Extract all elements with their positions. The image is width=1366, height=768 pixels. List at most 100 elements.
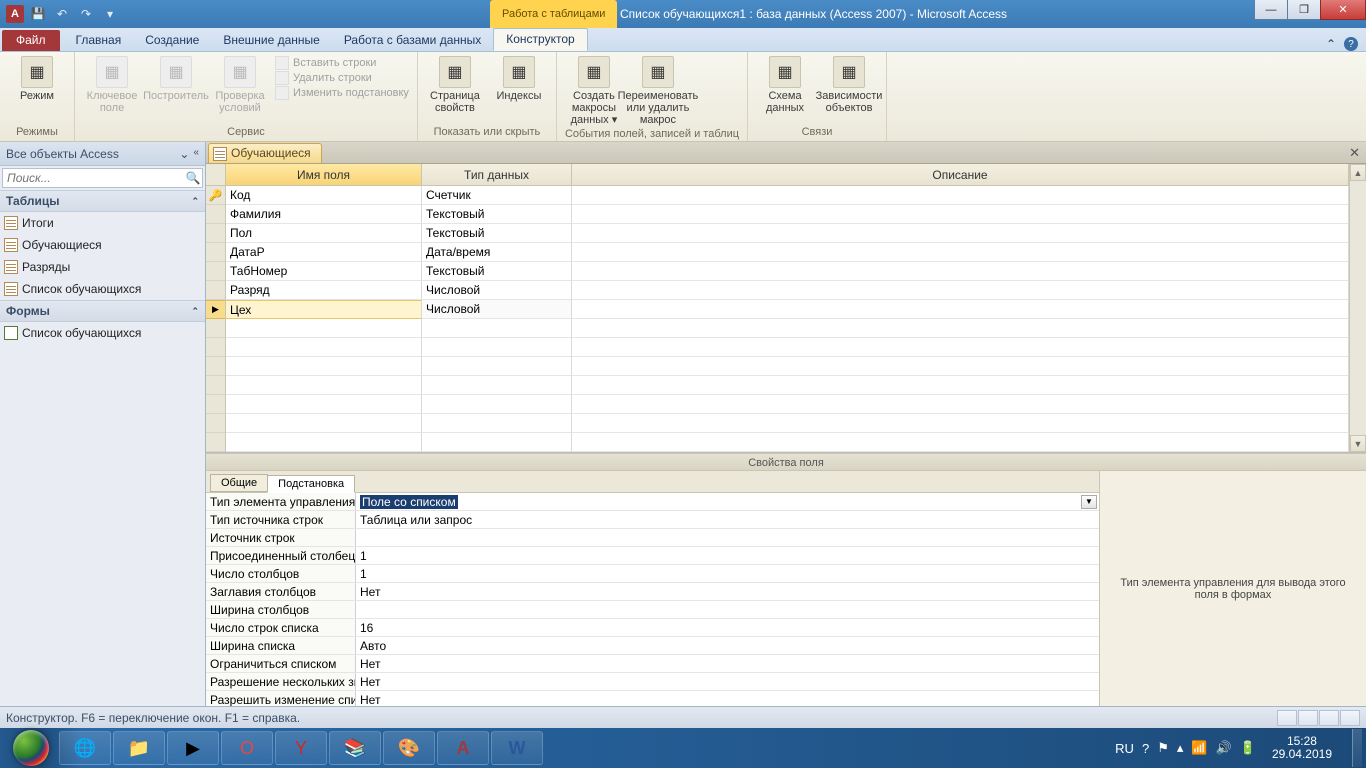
field-name-cell[interactable]: ДатаР <box>226 243 422 262</box>
property-value[interactable]: 1 <box>356 547 1099 564</box>
navpane-dropdown-icon[interactable]: ⌄« <box>179 147 199 161</box>
nav-table-item[interactable]: Список обучающихся <box>0 278 205 300</box>
help-tray-icon[interactable]: ? <box>1142 741 1149 756</box>
field-desc-cell[interactable] <box>572 243 1349 262</box>
document-close-icon[interactable]: ✕ <box>1349 145 1360 161</box>
property-row[interactable]: Ширина столбцов <box>206 601 1099 619</box>
row-selector[interactable] <box>206 281 225 300</box>
tab-externaldata[interactable]: Внешние данные <box>211 30 332 51</box>
field-type-cell[interactable]: Дата/время <box>422 243 572 262</box>
row-selector[interactable] <box>206 433 225 452</box>
nav-table-item[interactable]: Итоги <box>0 212 205 234</box>
field-desc-cell[interactable] <box>572 186 1349 205</box>
taskbar-mediaplayer[interactable]: ▶ <box>167 731 219 765</box>
row-selector[interactable]: ▶ <box>206 300 225 319</box>
header-description[interactable]: Описание <box>572 164 1349 186</box>
ribbon-button[interactable]: ▦Индексы <box>490 56 548 102</box>
ribbon-button[interactable]: ▦Зависимости объектов <box>820 56 878 114</box>
field-desc-cell[interactable] <box>572 281 1349 300</box>
ribbon-button[interactable]: ▦Схема данных <box>756 56 814 114</box>
field-row-empty[interactable] <box>226 357 1349 376</box>
field-row[interactable]: ТабНомерТекстовый <box>226 262 1349 281</box>
tab-design[interactable]: Конструктор <box>493 28 587 51</box>
property-value[interactable] <box>356 529 1099 546</box>
field-name-cell[interactable]: Пол <box>226 224 422 243</box>
row-selector[interactable] <box>206 357 225 376</box>
row-selector[interactable] <box>206 262 225 281</box>
category-tables[interactable]: Таблицы ⌃ <box>0 190 205 212</box>
property-value[interactable]: 16 <box>356 619 1099 636</box>
volume-icon[interactable]: 🔊 <box>1216 740 1232 756</box>
network-icon[interactable]: 📶 <box>1191 740 1207 756</box>
field-desc-cell[interactable] <box>572 300 1349 319</box>
field-type-cell[interactable]: Числовой <box>422 281 572 300</box>
save-icon[interactable]: 💾 <box>28 4 48 24</box>
property-row[interactable]: Число столбцов1 <box>206 565 1099 583</box>
field-name-cell[interactable]: Код <box>226 186 422 205</box>
property-value[interactable] <box>356 601 1099 618</box>
row-selector[interactable] <box>206 338 225 357</box>
row-selector[interactable] <box>206 224 225 243</box>
property-value[interactable]: Таблица или запрос <box>356 511 1099 528</box>
property-value[interactable]: Нет <box>356 673 1099 690</box>
field-row-empty[interactable] <box>226 395 1349 414</box>
taskbar-opera[interactable]: O <box>221 731 273 765</box>
tab-home[interactable]: Главная <box>64 30 134 51</box>
property-value[interactable]: 1 <box>356 565 1099 582</box>
field-row[interactable]: КодСчетчик <box>226 186 1349 205</box>
property-value[interactable]: Авто <box>356 637 1099 654</box>
header-datatype[interactable]: Тип данных <box>422 164 572 186</box>
tab-create[interactable]: Создание <box>133 30 211 51</box>
field-name-cell[interactable]: Фамилия <box>226 205 422 224</box>
view-datasheet-icon[interactable] <box>1277 710 1297 726</box>
row-selector[interactable]: 🔑 <box>206 186 225 205</box>
property-tab[interactable]: Общие <box>210 474 268 492</box>
ribbon-button[interactable]: ▦Режим <box>8 56 66 102</box>
field-row-empty[interactable] <box>226 319 1349 338</box>
property-row[interactable]: Тип элемента управленияПоле со списком▼ <box>206 493 1099 511</box>
collapse-icon[interactable]: ⌃ <box>191 306 199 317</box>
field-row[interactable]: ЦехЧисловой <box>226 300 1349 319</box>
dropdown-icon[interactable]: ▼ <box>1081 495 1097 509</box>
property-row[interactable]: Разрешение нескольких знНет <box>206 673 1099 691</box>
maximize-button[interactable]: ❐ <box>1287 0 1321 20</box>
show-desktop-button[interactable] <box>1352 729 1362 767</box>
taskbar-winrar[interactable]: 📚 <box>329 731 381 765</box>
row-selector[interactable] <box>206 414 225 433</box>
field-desc-cell[interactable] <box>572 205 1349 224</box>
search-icon[interactable]: 🔍 <box>184 169 202 187</box>
collapse-icon[interactable]: ⌃ <box>191 196 199 207</box>
ribbon-button[interactable]: ▦Создать макросы данных ▾ <box>565 56 623 126</box>
close-button[interactable]: ✕ <box>1320 0 1366 20</box>
field-name-cell[interactable]: ТабНомер <box>226 262 422 281</box>
property-row[interactable]: Ограничиться спискомНет <box>206 655 1099 673</box>
field-row[interactable]: РазрядЧисловой <box>226 281 1349 300</box>
field-row[interactable]: ДатаРДата/время <box>226 243 1349 262</box>
property-row[interactable]: Число строк списка16 <box>206 619 1099 637</box>
ribbon-button[interactable]: ▦Переименовать или удалить макрос <box>629 56 687 126</box>
qat-customize-icon[interactable]: ▾ <box>100 4 120 24</box>
field-row[interactable]: ФамилияТекстовый <box>226 205 1349 224</box>
clock[interactable]: 15:28 29.04.2019 <box>1264 735 1340 761</box>
field-row-empty[interactable] <box>226 338 1349 357</box>
vertical-scrollbar[interactable]: ▲ ▼ <box>1349 164 1366 452</box>
field-type-cell[interactable]: Текстовый <box>422 262 572 281</box>
view-form-icon[interactable] <box>1340 710 1360 726</box>
taskbar-word[interactable]: W <box>491 731 543 765</box>
minimize-button[interactable]: — <box>1254 0 1288 20</box>
property-row[interactable]: Ширина спискаАвто <box>206 637 1099 655</box>
scroll-up-icon[interactable]: ▲ <box>1350 164 1366 181</box>
taskbar-yandex[interactable]: Y <box>275 731 327 765</box>
field-type-cell[interactable]: Числовой <box>422 300 572 319</box>
help-icon[interactable]: ? <box>1344 37 1358 51</box>
power-icon[interactable]: 🔋 <box>1240 740 1256 756</box>
redo-icon[interactable]: ↷ <box>76 4 96 24</box>
property-tab[interactable]: Подстановка <box>267 475 355 493</box>
property-row[interactable]: Тип источника строкТаблица или запрос <box>206 511 1099 529</box>
search-input[interactable] <box>3 171 184 185</box>
taskbar-paint[interactable]: 🎨 <box>383 731 435 765</box>
row-selector[interactable] <box>206 205 225 224</box>
property-value[interactable]: Нет <box>356 691 1099 706</box>
taskbar-ie[interactable]: 🌐 <box>59 731 111 765</box>
property-row[interactable]: Источник строк <box>206 529 1099 547</box>
